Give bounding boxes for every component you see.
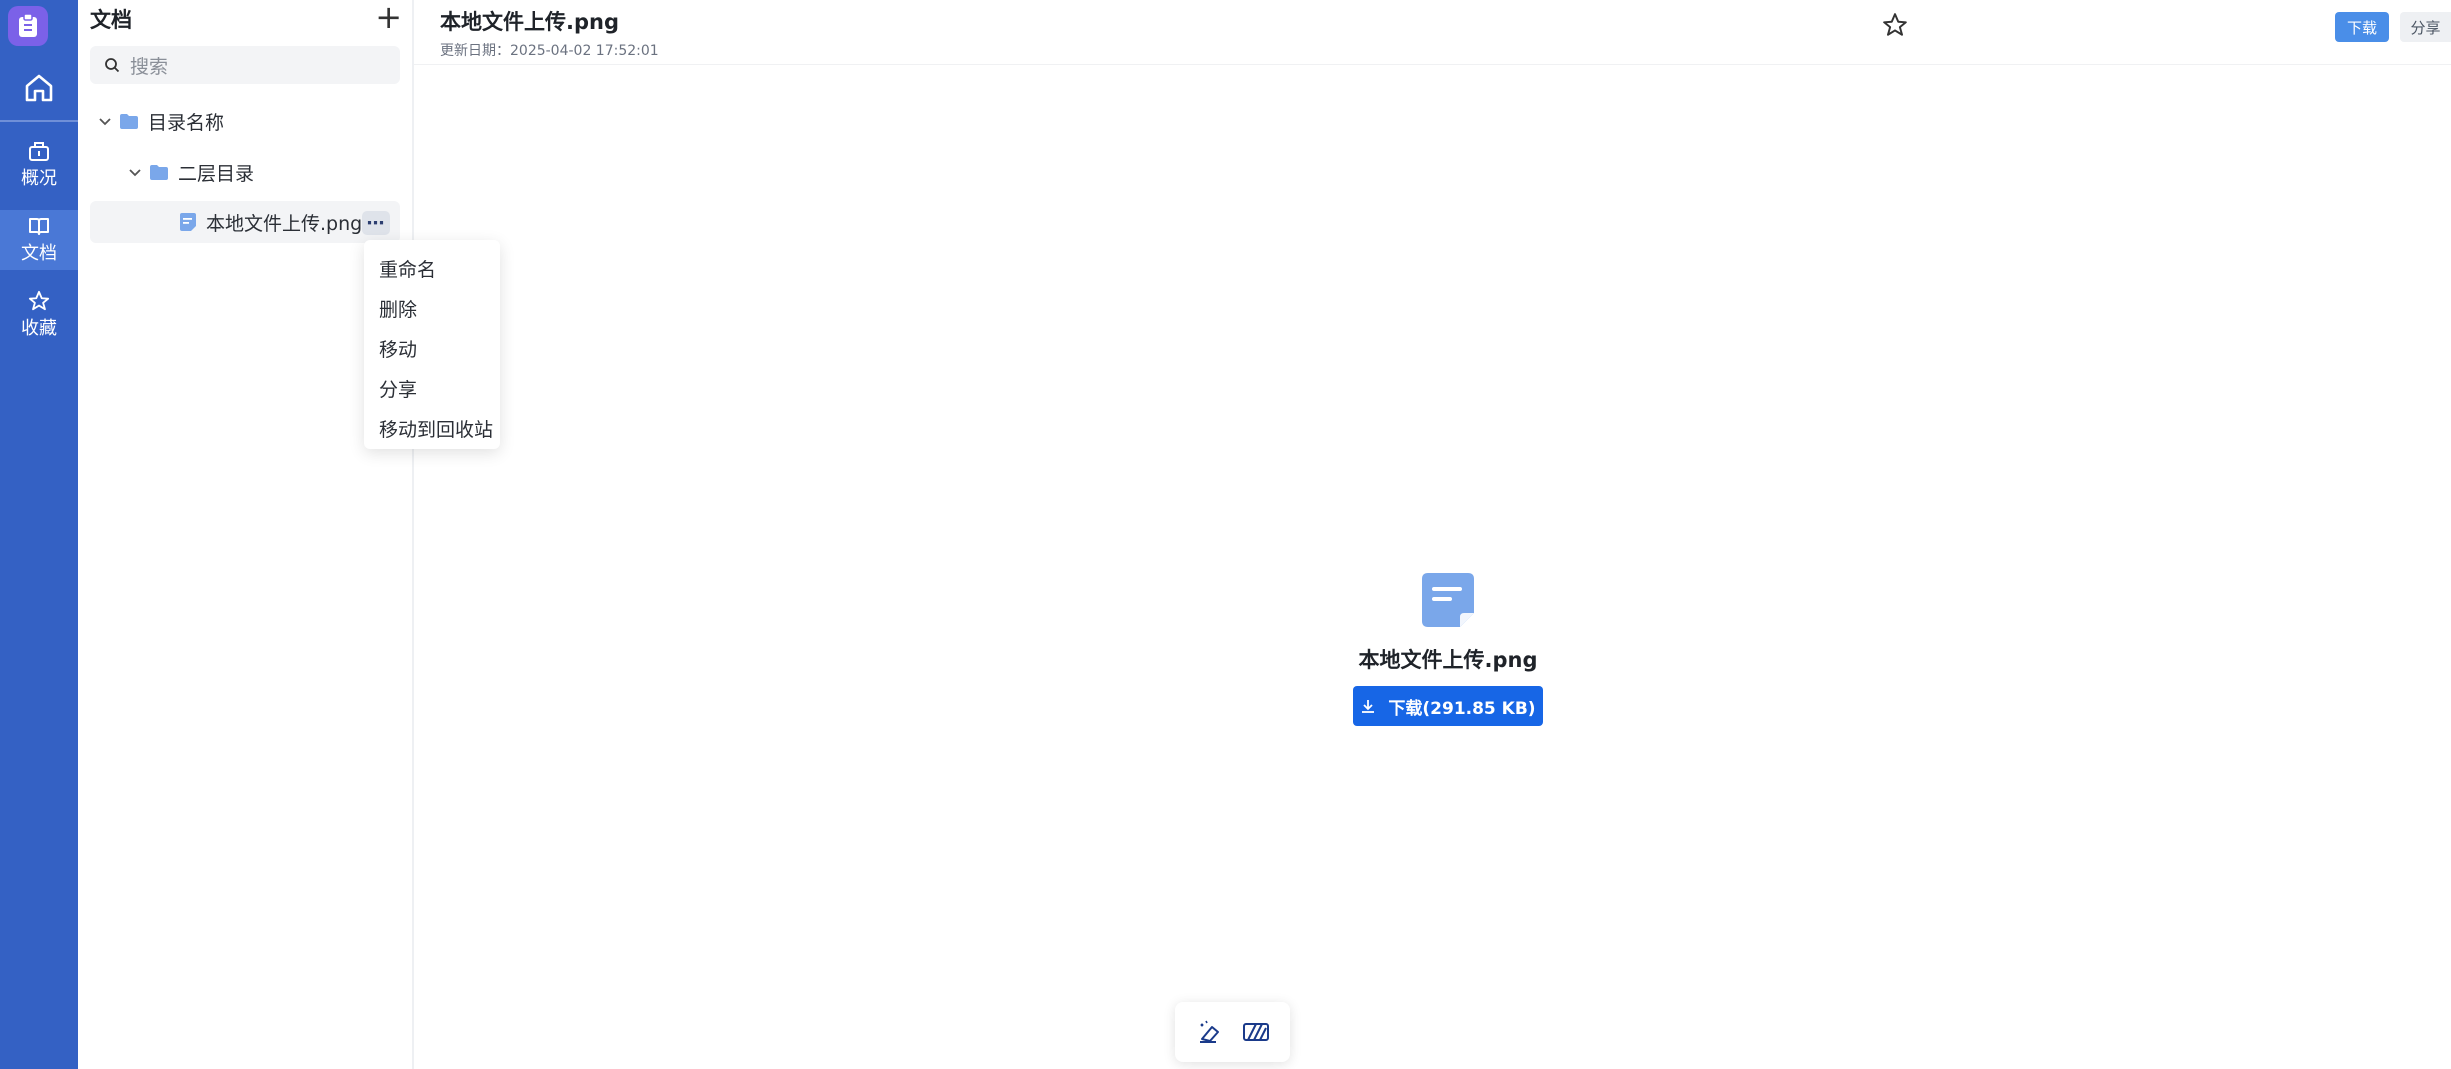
tree-node-folder[interactable]: 目录名称 [98, 107, 224, 135]
search-icon [105, 58, 120, 73]
doc-tree-panel: 文档 + 搜索 目录名称 二层目录 本地文件上传.png ⋯ [78, 0, 414, 1069]
file-icon [180, 213, 196, 231]
updated-date: 更新日期：2025-04-02 17:52:01 [440, 43, 659, 59]
tree-node-label: 目录名称 [148, 111, 225, 134]
left-rail: 概况 文档 收藏 [0, 0, 78, 1069]
chevron-down-icon [129, 169, 141, 177]
main-content: 本地文件上传.png 更新日期：2025-04-02 17:52:01 [414, 0, 2451, 1069]
tree-node-label: 本地文件上传.png [206, 212, 363, 235]
more-options-button[interactable]: ⋯ [362, 211, 390, 235]
rail-item-label: 收藏 [21, 318, 57, 339]
chevron-down-icon [99, 118, 111, 126]
rail-item-docs[interactable]: 文档 [0, 210, 78, 270]
header-divider [414, 64, 2451, 65]
folder-icon [150, 164, 168, 180]
preview-file-name: 本地文件上传.png [1358, 648, 1538, 672]
panel-title: 文档 [90, 8, 132, 32]
file-icon [1422, 573, 1474, 631]
app-root: 概况 文档 收藏 文档 + 搜索 目录名称 二层目录 本地文件上传.png ⋯ … [0, 0, 2451, 1069]
rail-item-label: 概况 [21, 168, 57, 189]
rail-item-label: 文档 [21, 243, 57, 264]
download-icon [1360, 698, 1376, 714]
plus-icon[interactable]: + [375, 0, 402, 34]
tree-node-folder[interactable]: 二层目录 [128, 158, 254, 186]
page-title: 本地文件上传.png [440, 10, 619, 34]
rail-divider [0, 120, 78, 122]
header-share-button[interactable]: 分享 [2400, 12, 2451, 42]
star-icon[interactable] [1882, 12, 1908, 42]
clipboard-icon[interactable] [8, 6, 48, 46]
home-icon[interactable] [0, 68, 78, 108]
pattern-icon[interactable] [1239, 1015, 1273, 1049]
download-button[interactable]: 下载(291.85 KB) [1353, 686, 1543, 726]
search-input[interactable]: 搜索 [90, 46, 400, 84]
briefcase-icon [29, 142, 49, 161]
tree-node-file[interactable]: 本地文件上传.png [90, 201, 400, 243]
tree-node-label: 二层目录 [178, 162, 255, 185]
book-icon [29, 218, 49, 235]
rail-item-favorites[interactable]: 收藏 [0, 285, 78, 345]
star-icon [28, 290, 50, 311]
header-download-button[interactable]: 下载 [2335, 12, 2389, 42]
folder-icon [120, 113, 138, 129]
download-label: 下载(291.85 KB) [1388, 698, 1536, 719]
floating-toolbar [1175, 1002, 1290, 1062]
search-placeholder: 搜索 [130, 55, 169, 78]
magic-eraser-icon[interactable] [1192, 1015, 1226, 1049]
rail-item-overview[interactable]: 概况 [0, 135, 78, 195]
